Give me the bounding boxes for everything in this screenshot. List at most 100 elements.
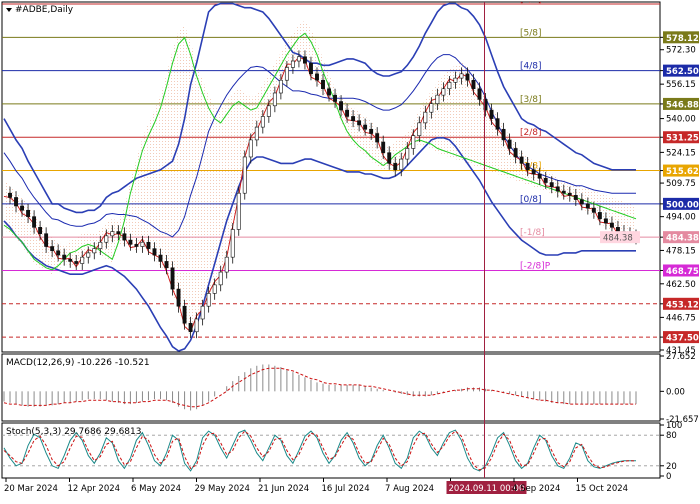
- candle-body: [98, 241, 103, 249]
- candle-body: [441, 88, 446, 96]
- x-tick-label: 20 Mar 2024: [4, 484, 58, 494]
- candle-body: [26, 209, 31, 217]
- candle-body: [387, 152, 392, 164]
- candle-body: [284, 67, 289, 81]
- candle-body: [242, 156, 247, 194]
- y-tick-label: 546.88: [666, 100, 699, 110]
- stoch-tick-label: 0: [666, 472, 671, 482]
- y-tick-label: 509.75: [666, 179, 696, 189]
- murrey-level-label: [3/8]: [520, 95, 542, 105]
- candle-body: [32, 216, 37, 228]
- candle-body: [230, 229, 235, 258]
- candle-body: [170, 267, 175, 290]
- stoch-title: Stoch(5,3,3) 29.7686 29.6813: [6, 427, 141, 437]
- candle-body: [62, 254, 67, 260]
- candle-body: [68, 258, 73, 262]
- candle-body: [188, 322, 193, 333]
- candle-body: [321, 79, 325, 90]
- x-tick-label: 4 Sep 2024: [512, 484, 560, 494]
- candle-body: [405, 148, 410, 160]
- candle-body: [603, 218, 608, 224]
- candle-body: [369, 128, 374, 134]
- candle-body: [399, 158, 404, 171]
- candle-body: [309, 62, 313, 75]
- candle-body: [327, 88, 331, 96]
- candle-body: [375, 133, 380, 143]
- macd-tick-label: 0.00: [666, 387, 685, 397]
- candle-body: [254, 126, 259, 141]
- candle-body: [345, 109, 350, 117]
- candle-body: [465, 73, 470, 81]
- candle-body: [567, 192, 572, 196]
- candle-body: [333, 94, 337, 102]
- candle-body: [80, 256, 85, 264]
- candle-body: [597, 212, 602, 220]
- candle-body: [495, 118, 500, 130]
- candle-body: [152, 248, 157, 256]
- candle-body: [176, 288, 181, 307]
- y-tick-label: 437.50: [666, 334, 699, 344]
- price-panel-frame: [1, 1, 661, 353]
- y-tick-label: 478.15: [666, 246, 696, 256]
- candle-body: [579, 199, 584, 205]
- x-tick-label: 21 Jun 2024: [258, 484, 309, 494]
- candle-body: [616, 227, 620, 232]
- candle-body: [158, 254, 163, 262]
- y-tick-label: 515.62: [666, 167, 699, 177]
- macd-title: MACD(12,26,9) -10.226 -10.521: [6, 358, 150, 368]
- candle-body: [86, 252, 91, 258]
- candle-body: [561, 190, 566, 194]
- y-tick-label: 556.15: [666, 80, 696, 90]
- candle-body: [453, 77, 458, 83]
- candle-body: [134, 244, 139, 247]
- murrey-level-label: [6/8]: [520, 0, 542, 5]
- candle-body: [110, 231, 115, 237]
- candle-body: [248, 139, 253, 158]
- candle-body: [447, 82, 452, 90]
- y-tick-label: 572.30: [666, 46, 696, 56]
- current-price-label: 484.38: [603, 234, 633, 244]
- candle-body: [357, 120, 362, 126]
- candle-body: [585, 203, 590, 209]
- candle-body: [278, 79, 283, 94]
- murrey-level-label: [-2/8]P: [520, 261, 551, 271]
- candle-body: [122, 233, 127, 241]
- x-tick-label: 6 May 2024: [131, 484, 181, 494]
- candle-body: [92, 248, 97, 254]
- candle-body: [543, 177, 548, 183]
- x-tick-label: 15 Oct 2024: [576, 484, 629, 494]
- candle-body: [296, 56, 301, 62]
- candle-body: [339, 101, 344, 111]
- candle-body: [417, 122, 422, 136]
- candle-body: [519, 156, 524, 164]
- candle-body: [14, 197, 18, 207]
- chart-window: [6/8] [5/8] [4/8] [3/8] [2/8] [1/8] [0/8] [-1/8…: [0, 0, 700, 500]
- candle-body: [537, 173, 542, 179]
- candle-body: [212, 284, 217, 294]
- candle-body: [224, 256, 229, 273]
- stoch-tick-label: 100: [666, 421, 682, 431]
- candle-body: [56, 250, 61, 256]
- x-tick-label: 12 Apr 2024: [68, 484, 121, 494]
- candle-body: [393, 163, 398, 171]
- murrey-level-label: [2/8]: [520, 128, 542, 138]
- candle-body: [501, 128, 506, 141]
- candle-body: [44, 233, 49, 247]
- y-tick-label: 562.50: [666, 67, 699, 77]
- candle-body: [146, 241, 151, 249]
- candle-body: [260, 116, 265, 128]
- murrey-level-label: [4/8]: [520, 62, 542, 72]
- candle-body: [38, 227, 43, 235]
- y-tick-label: 494.00: [666, 213, 696, 223]
- candle-body: [218, 271, 223, 286]
- x-tick-label: 29 May 2024: [195, 484, 250, 494]
- candle-body: [531, 169, 536, 175]
- x-tick-label: 16 Jul 2024: [322, 484, 370, 494]
- murrey-level-label: [-1/8]: [520, 228, 545, 238]
- y-tick-label: 500.00: [666, 200, 699, 210]
- candle-body: [194, 318, 199, 333]
- candle-body: [363, 124, 368, 130]
- candle-body: [351, 116, 356, 122]
- candle-body: [290, 60, 295, 68]
- candle-body: [435, 94, 440, 104]
